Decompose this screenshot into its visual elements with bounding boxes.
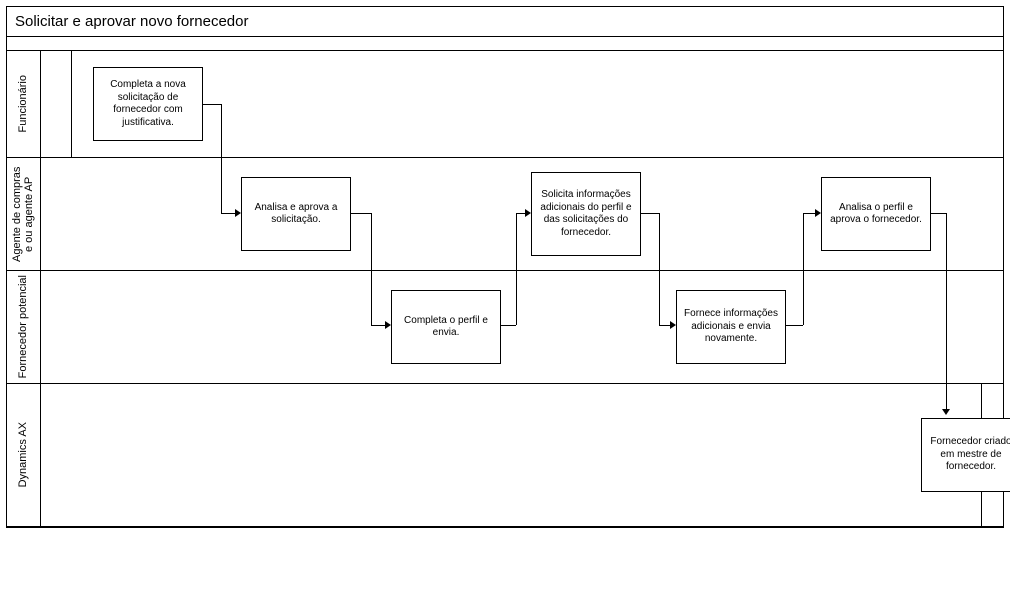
lane-label-fornecedor: Fornecedor potencial — [7, 271, 41, 383]
task-review-request: Analisa e aprova a solicitação. — [241, 177, 351, 251]
lane-label-dynamics: Dynamics AX — [7, 384, 41, 526]
lane-funcionario: Funcionário Completa a nova solicitação … — [7, 51, 1003, 158]
lanes-container: Funcionário Completa a nova solicitação … — [7, 51, 1003, 527]
lane-label-funcionario: Funcionário — [7, 51, 41, 157]
diagram-title: Solicitar e aprovar novo fornecedor — [7, 7, 1003, 37]
lane-agente: Agente de compras e ou agente AP Analisa… — [7, 158, 1003, 271]
task-complete-profile: Completa o perfil e envia. — [391, 290, 501, 364]
swimlane-diagram: Solicitar e aprovar novo fornecedor Func… — [6, 6, 1004, 528]
lane-label-text: Fornecedor potencial — [17, 271, 29, 382]
task-text: Completa a nova solicitação de fornecedo… — [100, 79, 196, 129]
task-provide-more-info: Fornece informações adicionais e envia n… — [676, 290, 786, 364]
task-approve-vendor: Analisa o perfil e aprova o fornecedor. — [821, 177, 931, 251]
task-vendor-created: Fornecedor criado em mestre de fornecedo… — [921, 418, 1010, 492]
lane-fornecedor: Fornecedor potencial Completa o perfil e… — [7, 271, 1003, 384]
header-spacer — [7, 37, 1003, 51]
rail — [71, 51, 72, 157]
task-text: Completa o perfil e envia. — [398, 315, 494, 340]
lane-label-text: Dynamics AX — [17, 418, 29, 491]
lane-body-funcionario: Completa a nova solicitação de fornecedo… — [41, 51, 1003, 157]
diagram-title-text: Solicitar e aprovar novo fornecedor — [15, 13, 248, 30]
task-complete-request: Completa a nova solicitação de fornecedo… — [93, 67, 203, 141]
lane-body-dynamics: Fornecedor criado em mestre de fornecedo… — [41, 384, 1003, 526]
task-text: Analisa e aprova a solicitação. — [248, 202, 344, 227]
task-text: Analisa o perfil e aprova o fornecedor. — [828, 202, 924, 227]
task-text: Fornecedor criado em mestre de fornecedo… — [928, 436, 1010, 474]
task-text: Fornece informações adicionais e envia n… — [683, 308, 779, 346]
lane-label-text: Agente de compras e ou agente AP — [11, 158, 35, 270]
task-text: Solicita informações adicionais do perfi… — [538, 189, 634, 239]
task-request-more-info: Solicita informações adicionais do perfi… — [531, 172, 641, 256]
lane-body-agente: Analisa e aprova a solicitação. Solicita… — [41, 158, 1003, 270]
lane-dynamics: Dynamics AX Fornecedor criado em mestre … — [7, 384, 1003, 527]
lane-label-text: Funcionário — [17, 71, 29, 136]
lane-body-fornecedor: Completa o perfil e envia. Fornece infor… — [41, 271, 1003, 383]
lane-label-agente: Agente de compras e ou agente AP — [7, 158, 41, 270]
